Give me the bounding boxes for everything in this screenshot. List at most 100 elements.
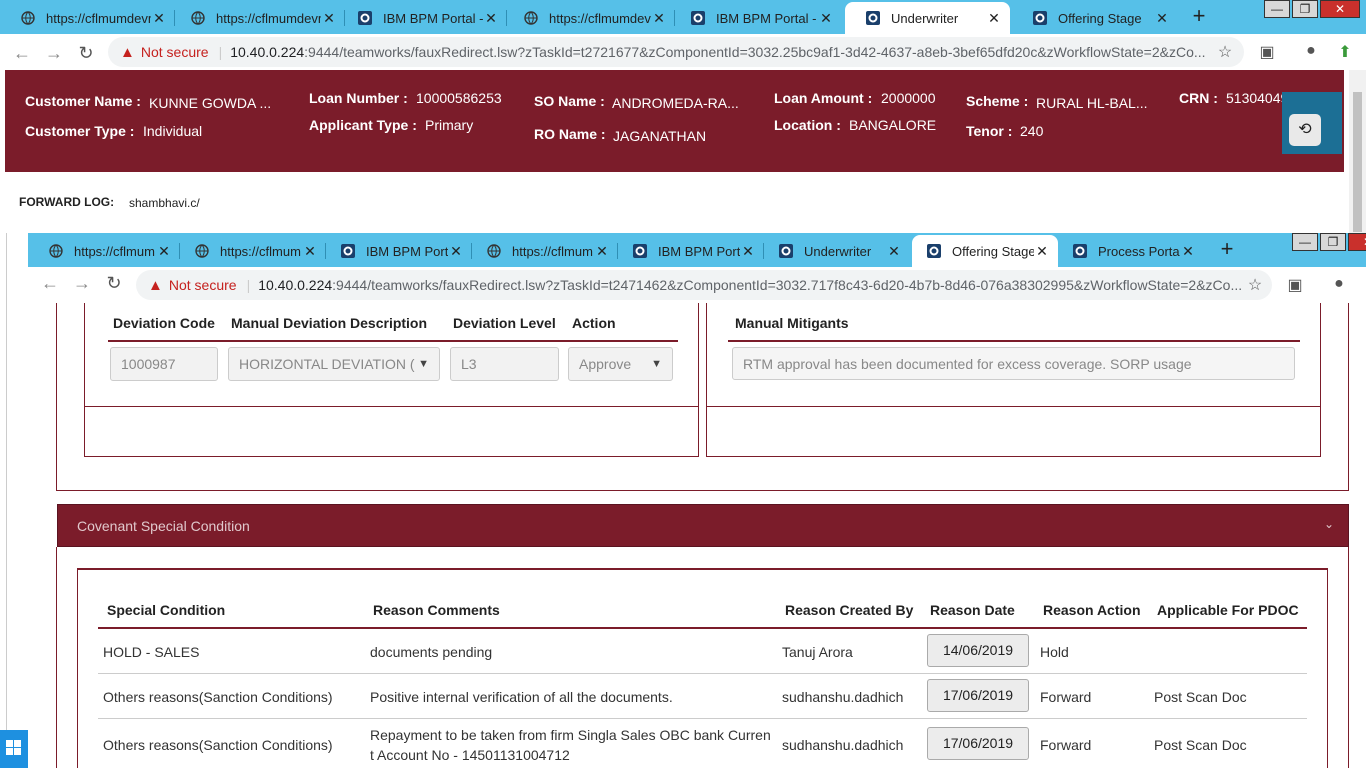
close-tab-icon[interactable]: ✕ (818, 10, 834, 27)
manual-mitigants-field[interactable]: RTM approval has been documented for exc… (732, 347, 1295, 380)
ibm-bpm-icon (926, 243, 942, 259)
deviation-action-select[interactable]: Approve ▼ (568, 347, 673, 381)
close-tab-icon[interactable]: ✕ (986, 10, 1002, 27)
inner-tab-3[interactable]: IBM BPM Portal ✕ (326, 235, 472, 267)
ibm-bpm-icon (1072, 243, 1088, 259)
outer-tab-1[interactable]: https://cflmumdevm ✕ (0, 2, 175, 34)
inner-tab-2[interactable]: https://cflmum ✕ (180, 235, 326, 267)
inner-tab-4[interactable]: https://cflmum ✕ (472, 235, 618, 267)
extension-icon[interactable]: ▣ (1284, 275, 1306, 295)
customer-type-label: Customer Type : (25, 123, 135, 139)
special-condition-header: Special Condition (107, 602, 226, 618)
globe-icon (523, 10, 539, 26)
reason-created-by-cell: Tanuj Arora (782, 644, 853, 660)
new-tab-icon[interactable]: + (1213, 237, 1241, 261)
outer-tab-3[interactable]: IBM BPM Portal - S ✕ (337, 2, 507, 34)
covenant-section-header[interactable]: Covenant Special Condition ⌄ (57, 504, 1349, 547)
close-window-icon[interactable]: ✕ (1320, 0, 1360, 18)
applicant-type-value: Primary (425, 117, 474, 133)
special-condition-cell: Others reasons(Sanction Conditions) (103, 737, 333, 753)
ro-name-label: RO Name : (534, 126, 606, 142)
close-tab-icon[interactable]: ✕ (321, 10, 337, 27)
reason-created-by-cell: sudhanshu.dadhich (782, 689, 904, 705)
ro-name-value: JAGANATHAN (613, 128, 707, 144)
inner-tab-1[interactable]: https://cflmum ✕ (34, 235, 180, 267)
back-arrow-icon[interactable]: ← (36, 273, 64, 294)
reload-icon[interactable]: ↻ (72, 43, 100, 64)
loan-amount-value: 2000000 (881, 90, 936, 106)
tab-title: https://cflmum (220, 243, 301, 259)
forward-arrow-icon[interactable]: → (68, 273, 96, 294)
inner-tab-process-portal[interactable]: Process Portal ✕ (1058, 235, 1204, 267)
close-tab-icon[interactable]: ✕ (594, 243, 610, 260)
customer-name-value: KUNNE GOWDA ... (149, 95, 272, 111)
loan-number-label: Loan Number : (309, 90, 408, 106)
star-icon[interactable]: ☆ (1214, 42, 1236, 62)
update-icon[interactable]: ⬆ (1334, 42, 1356, 62)
applicable-for-pdoc-header: Applicable For PDOC (1157, 602, 1299, 618)
new-tab-icon[interactable]: + (1185, 4, 1213, 28)
minimize-icon[interactable]: — (1264, 0, 1290, 18)
close-tab-icon[interactable]: ✕ (151, 10, 167, 27)
close-tab-icon[interactable]: ✕ (740, 243, 756, 260)
deviation-code-header: Deviation Code (113, 315, 215, 331)
divider (108, 340, 678, 342)
ibm-bpm-icon (778, 243, 794, 259)
deviation-level-field[interactable]: L3 (450, 347, 559, 381)
globe-icon (20, 10, 36, 26)
close-tab-icon[interactable]: ✕ (156, 243, 172, 260)
reload-icon[interactable]: ↻ (100, 273, 128, 294)
reason-date-field[interactable]: 14/06/2019 (927, 634, 1029, 667)
close-tab-icon[interactable]: ✕ (886, 243, 902, 260)
reason-date-field[interactable]: 17/06/2019 (927, 679, 1029, 712)
tab-title: Process Portal (1098, 243, 1180, 259)
deviation-description-value: HORIZONTAL DEVIATION ( (239, 356, 415, 372)
profile-icon[interactable]: ● (1300, 42, 1322, 60)
inner-address-bar[interactable]: ▲ Not secure | 10.40.0.224:9444/teamwork… (136, 270, 1272, 300)
close-tab-icon[interactable]: ✕ (448, 243, 464, 260)
location-label: Location : (774, 117, 841, 133)
close-tab-icon[interactable]: ✕ (483, 10, 499, 27)
restore-icon[interactable]: ❐ (1320, 233, 1346, 251)
loan-amount-label: Loan Amount : (774, 90, 873, 106)
minimize-icon[interactable]: — (1292, 233, 1318, 251)
deviation-code-field[interactable]: 1000987 (110, 347, 218, 381)
outer-tab-4[interactable]: https://cflmumdevm ✕ (503, 2, 675, 34)
close-tab-icon[interactable]: ✕ (1180, 243, 1196, 260)
restore-icon[interactable]: ❐ (1292, 0, 1318, 18)
history-button[interactable]: ⟲ (1282, 92, 1342, 154)
close-tab-icon[interactable]: ✕ (1154, 10, 1170, 27)
inner-tab-5[interactable]: IBM BPM Portal ✕ (618, 235, 764, 267)
tab-title: https://cflmumdevm (46, 10, 151, 26)
deviation-description-select[interactable]: HORIZONTAL DEVIATION (▼ (228, 347, 440, 381)
reason-date-field[interactable]: 17/06/2019 (927, 727, 1029, 760)
inner-tab-underwriter[interactable]: Underwriter ✕ (764, 235, 910, 267)
inner-tab-bar: https://cflmum ✕ https://cflmum ✕ IBM BP… (28, 233, 1366, 267)
tab-title: IBM BPM Portal - H (716, 10, 818, 26)
outer-tab-underwriter[interactable]: Underwriter ✕ (845, 2, 1010, 34)
chevron-down-icon: ▼ (418, 358, 429, 370)
back-arrow-icon[interactable]: ← (8, 43, 36, 64)
inner-browser-window: https://cflmum ✕ https://cflmum ✕ IBM BP… (28, 233, 1366, 768)
inner-window-controls: — ❐ ✕ (1290, 233, 1366, 253)
outer-tab-2[interactable]: https://cflmumdevm ✕ (170, 2, 345, 34)
outer-tab-bar: https://cflmumdevm ✕ https://cflmumdevm … (0, 0, 1366, 34)
extension-icon[interactable]: ▣ (1256, 42, 1278, 62)
reason-comments-cell-line2: t Account No - 14501131004712 (370, 747, 570, 763)
outer-tab-offering-stage[interactable]: Offering Stage ✕ (1012, 2, 1178, 34)
inner-tab-offering-stage[interactable]: Offering Stage ✕ (912, 235, 1058, 267)
outer-tab-5[interactable]: IBM BPM Portal - H ✕ (670, 2, 842, 34)
star-icon[interactable]: ☆ (1244, 275, 1266, 295)
scheme-value: RURAL HL-BAL... (1036, 95, 1148, 111)
close-tab-icon[interactable]: ✕ (651, 10, 667, 27)
reason-comments-header: Reason Comments (373, 602, 500, 618)
close-window-icon[interactable]: ✕ (1348, 233, 1366, 251)
page-scrollbar[interactable] (1349, 70, 1366, 238)
outer-address-bar[interactable]: ▲ Not secure | 10.40.0.224:9444/teamwork… (108, 37, 1244, 67)
forward-arrow-icon[interactable]: → (40, 43, 68, 64)
close-tab-icon[interactable]: ✕ (302, 243, 318, 260)
windows-start-icon[interactable] (0, 730, 28, 768)
reason-created-by-cell: sudhanshu.dadhich (782, 737, 904, 753)
profile-icon[interactable]: ● (1328, 275, 1350, 293)
close-tab-icon[interactable]: ✕ (1034, 243, 1050, 260)
